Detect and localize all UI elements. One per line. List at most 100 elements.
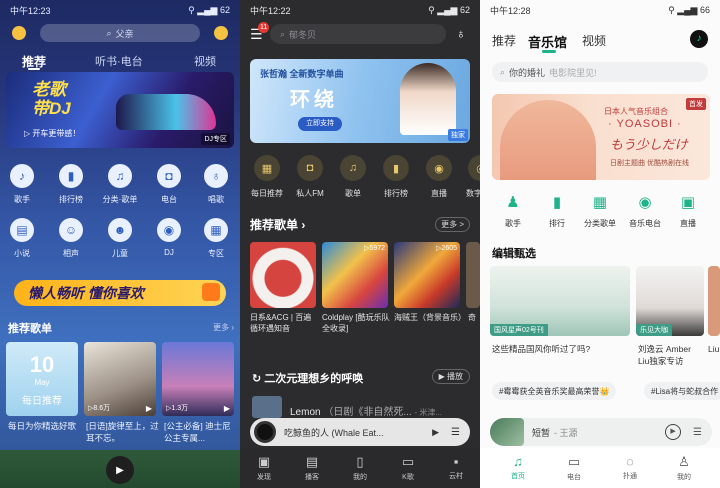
- mini-player[interactable]: 吃鲸鱼的人 (Whale Eat... ▶ ☰: [250, 418, 470, 446]
- play-icon[interactable]: ▶: [224, 404, 230, 413]
- banner-line1: 张哲瀚 全新数字单曲: [260, 69, 344, 79]
- nav-radio[interactable]: ▭ 电台: [554, 454, 594, 482]
- icon-label: 直播: [680, 219, 696, 228]
- radio-icon[interactable]: ◘: [297, 155, 323, 181]
- play-icon[interactable]: ▶: [146, 404, 152, 413]
- card-caption: Coldplay [酷玩乐队全收录]: [322, 313, 390, 333]
- status-bar: 中午12:28 ⚲ ▂▄▆ 66: [480, 0, 720, 20]
- tab-recommend[interactable]: 推荐: [492, 32, 516, 49]
- grid-icon[interactable]: ▦: [204, 218, 228, 242]
- playlist-icon[interactable]: ☰: [693, 427, 702, 438]
- support-button[interactable]: 立即支持: [298, 117, 342, 131]
- status-time: 中午12:28: [490, 5, 531, 16]
- banner-line1: 日本人气音乐组合: [604, 107, 668, 116]
- mini-player[interactable]: 短暂 - 王源 ▶ ☰: [490, 418, 712, 446]
- play-icon[interactable]: ▶: [432, 427, 439, 438]
- status-icons: ⚲ ▂▄▆ 62: [428, 4, 470, 15]
- search-icon: ⌕: [106, 27, 112, 38]
- chart-icon[interactable]: ▮: [545, 190, 569, 214]
- nav-cloud-village[interactable]: ▪ 云村: [436, 454, 476, 481]
- banner-tag: DJ专区: [201, 133, 230, 145]
- nav-podcast[interactable]: ▤ 播客: [292, 454, 332, 482]
- date-day: 10: [29, 352, 55, 377]
- tab-video[interactable]: 视频: [582, 32, 606, 49]
- playlist-card[interactable]: [466, 242, 480, 308]
- mic-icon[interactable]: ♁: [456, 26, 466, 41]
- icon-label: DJ: [164, 248, 174, 257]
- banner-line4: 日剧主题曲 优酷热剧在线: [610, 160, 689, 167]
- editorial-card[interactable]: [708, 266, 720, 336]
- singer-icon[interactable]: ♟: [501, 190, 525, 214]
- album-icon[interactable]: ◎: [468, 155, 480, 181]
- status-icons: ⚲ ▂▄▆ 66: [668, 4, 710, 15]
- calendar-icon[interactable]: ▦: [254, 155, 280, 181]
- search-input[interactable]: ⌕ 父亲: [40, 24, 200, 42]
- broadcast-icon[interactable]: ◉: [633, 190, 657, 214]
- play-all-button[interactable]: ▶ 播放: [431, 369, 470, 384]
- kid-icon[interactable]: ☻: [108, 218, 132, 242]
- editorial-card[interactable]: 国风星声02号刊: [490, 266, 630, 336]
- banner[interactable]: 张哲瀚 全新数字单曲 环绕 立即支持 独家: [250, 59, 470, 143]
- artwork-image: [500, 100, 596, 180]
- song-row[interactable]: Lemon （日剧《非自然死... - 米津...: [290, 403, 442, 418]
- tab-video[interactable]: 视频: [194, 53, 216, 69]
- promo-banner[interactable]: 懒人畅听 懂你喜欢: [14, 280, 226, 306]
- nav-mine[interactable]: ♙ 我的: [664, 454, 704, 482]
- nav-putong[interactable]: ◌ 扑通: [610, 454, 650, 481]
- nav-mine[interactable]: ▯ 我的: [340, 454, 380, 482]
- search-input[interactable]: ⌕ 郁冬贝: [270, 24, 446, 44]
- mic-icon[interactable]: ♁: [204, 164, 228, 188]
- icon-label: 电台: [161, 195, 177, 204]
- gift-icon: [202, 283, 220, 301]
- playlist-card[interactable]: ▷8.6万 ▶: [84, 342, 156, 416]
- search-input[interactable]: ⌕ 你的婚礼 电影院里见!: [492, 62, 708, 82]
- music-note-icon[interactable]: [214, 26, 228, 40]
- card-caption: [公主必备] 迪士尼公主专属...: [164, 421, 231, 443]
- play-button[interactable]: ▶: [106, 456, 134, 484]
- icon-label: 小说: [14, 249, 30, 258]
- disc-icon[interactable]: ◉: [157, 218, 181, 242]
- status-bar: 中午12:23 ⚲ ▂▄▆ 62: [0, 0, 240, 20]
- tab-audiobook[interactable]: 听书·电台: [95, 53, 143, 69]
- chart-icon[interactable]: ▮: [383, 155, 409, 181]
- nav-karaoke[interactable]: ▭ K歌: [388, 454, 428, 482]
- chart-icon[interactable]: ▮: [59, 164, 83, 188]
- icon-label: 歌单: [345, 189, 361, 198]
- section-title: 编辑甄选: [492, 248, 536, 260]
- book-icon[interactable]: ▤: [10, 218, 34, 242]
- playlist-icon[interactable]: ♫: [108, 164, 132, 188]
- banner[interactable]: 老歌 带DJ ▷ 开车更带感！ DJ专区: [6, 72, 234, 148]
- topic-chip[interactable]: #霉霉获全英音乐奖最高荣誉👑: [492, 382, 617, 400]
- more-link[interactable]: 更多 ›: [213, 322, 234, 333]
- singer-icon[interactable]: ♪: [10, 164, 34, 188]
- live-icon[interactable]: ▣: [676, 190, 700, 214]
- playlist-card[interactable]: 10 May 每日推荐: [6, 342, 78, 416]
- nav-discover[interactable]: ▣ 发现: [244, 454, 284, 482]
- playlist-card[interactable]: [250, 242, 316, 308]
- radio-icon[interactable]: ◘: [157, 164, 181, 188]
- playlist-card[interactable]: ▷5972: [322, 242, 388, 308]
- playlist-card[interactable]: ▷1.3万 ▶: [162, 342, 234, 416]
- bottom-nav: ▣ 发现 ▤ 播客 ▯ 我的 ▭ K歌 ▪ 云村: [240, 448, 480, 488]
- icon-label: 音乐电台: [629, 219, 661, 228]
- tab-music-hall[interactable]: 音乐馆: [528, 32, 567, 51]
- playlist-icon[interactable]: ▦: [588, 190, 612, 214]
- playlist-icon[interactable]: ♫: [340, 155, 366, 181]
- more-button[interactable]: 更多 >: [435, 217, 470, 232]
- icon-label: 排行榜: [384, 189, 408, 198]
- icon-label: 排行榜: [59, 195, 83, 204]
- mask-icon[interactable]: ☺: [59, 218, 83, 242]
- topic-chip[interactable]: #Lisa将与蛇叔合作: [644, 382, 720, 400]
- avatar[interactable]: [12, 26, 26, 40]
- live-icon[interactable]: ◉: [426, 155, 452, 181]
- playlist-card[interactable]: ▷2605: [394, 242, 460, 308]
- banner[interactable]: 日本人气音乐组合 · YOASOBI · もう少しだけ 日剧主题曲 优酷热剧在线…: [492, 94, 710, 180]
- banner-line2: · YOASOBI ·: [608, 118, 682, 130]
- icon-label: 分类·歌单: [102, 195, 138, 204]
- qq-music-screen: 中午12:28 ⚲ ▂▄▆ 66 推荐 音乐馆 视频 ♪ ⌕ 你的婚礼 电影院里…: [480, 0, 720, 488]
- play-icon[interactable]: ▶: [665, 424, 682, 440]
- playlist-icon[interactable]: ☰: [451, 427, 460, 438]
- nav-home[interactable]: ♫ 首页: [498, 454, 538, 481]
- editorial-card[interactable]: 乐见大咖: [636, 266, 704, 336]
- music-note-icon[interactable]: ♪: [690, 30, 708, 48]
